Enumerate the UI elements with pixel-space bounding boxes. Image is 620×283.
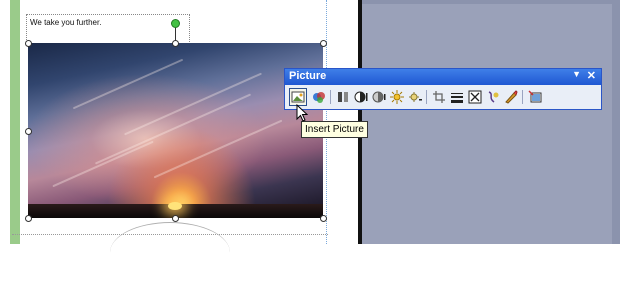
line-style-icon	[451, 93, 463, 103]
picture-toolbar[interactable]: Picture ▼ ✕	[284, 68, 602, 110]
toolbar-options-icon[interactable]: ▼	[572, 69, 581, 79]
toolbar-separator	[330, 90, 331, 104]
compress-pictures-icon	[468, 90, 482, 104]
insert-picture-icon	[291, 91, 305, 103]
line-style-button[interactable]	[448, 88, 466, 106]
more-brightness-button[interactable]	[388, 88, 406, 106]
less-brightness-icon	[409, 92, 422, 102]
toolbar-title: Picture	[289, 70, 327, 82]
compress-pictures-button[interactable]	[466, 88, 484, 106]
resize-handle-top-right[interactable]	[320, 40, 327, 47]
crop-tool-button[interactable]	[430, 88, 448, 106]
toolbar-separator	[426, 90, 427, 104]
less-brightness-button[interactable]	[406, 88, 424, 106]
reset-picture-icon	[528, 90, 542, 103]
more-contrast-button[interactable]	[352, 88, 370, 106]
text-box[interactable]: We take you further.	[26, 14, 190, 44]
more-contrast-icon	[354, 91, 368, 103]
sunset-picture[interactable]	[28, 43, 323, 218]
reset-picture-button[interactable]	[526, 88, 544, 106]
resize-handle-bottom-left[interactable]	[25, 215, 32, 222]
text-wrapping-button[interactable]	[484, 88, 502, 106]
resize-handle-bottom-right[interactable]	[320, 215, 327, 222]
rotate-handle[interactable]	[171, 19, 180, 28]
mouse-cursor-icon	[296, 104, 308, 122]
resize-handle-bottom[interactable]	[172, 215, 179, 222]
crop-tool-icon	[433, 91, 445, 103]
toolbar-separator	[522, 90, 523, 104]
toolbar-buttons	[289, 88, 599, 108]
text-box-content[interactable]: We take you further.	[30, 18, 101, 27]
sun	[168, 202, 182, 210]
tooltip: Insert Picture	[301, 121, 368, 138]
resize-handle-top[interactable]	[172, 40, 179, 47]
format-picture-icon	[505, 90, 518, 104]
resize-handle-left[interactable]	[25, 128, 32, 135]
less-contrast-button[interactable]	[370, 88, 388, 106]
more-brightness-icon	[390, 90, 404, 104]
crop-button[interactable]	[334, 88, 352, 106]
toolbar-title-bar[interactable]: Picture ▼ ✕	[285, 69, 601, 85]
text-wrapping-icon	[488, 91, 499, 103]
color-button[interactable]	[310, 88, 328, 106]
color-icon	[313, 92, 325, 103]
crop-icon	[338, 92, 348, 102]
close-icon[interactable]: ✕	[587, 69, 596, 82]
format-picture-button[interactable]	[502, 88, 520, 106]
less-contrast-icon	[372, 91, 386, 103]
shape-outline	[110, 222, 230, 283]
side-pane-content	[362, 4, 612, 244]
resize-handle-top-left[interactable]	[25, 40, 32, 47]
left-margin-bar	[10, 0, 20, 244]
